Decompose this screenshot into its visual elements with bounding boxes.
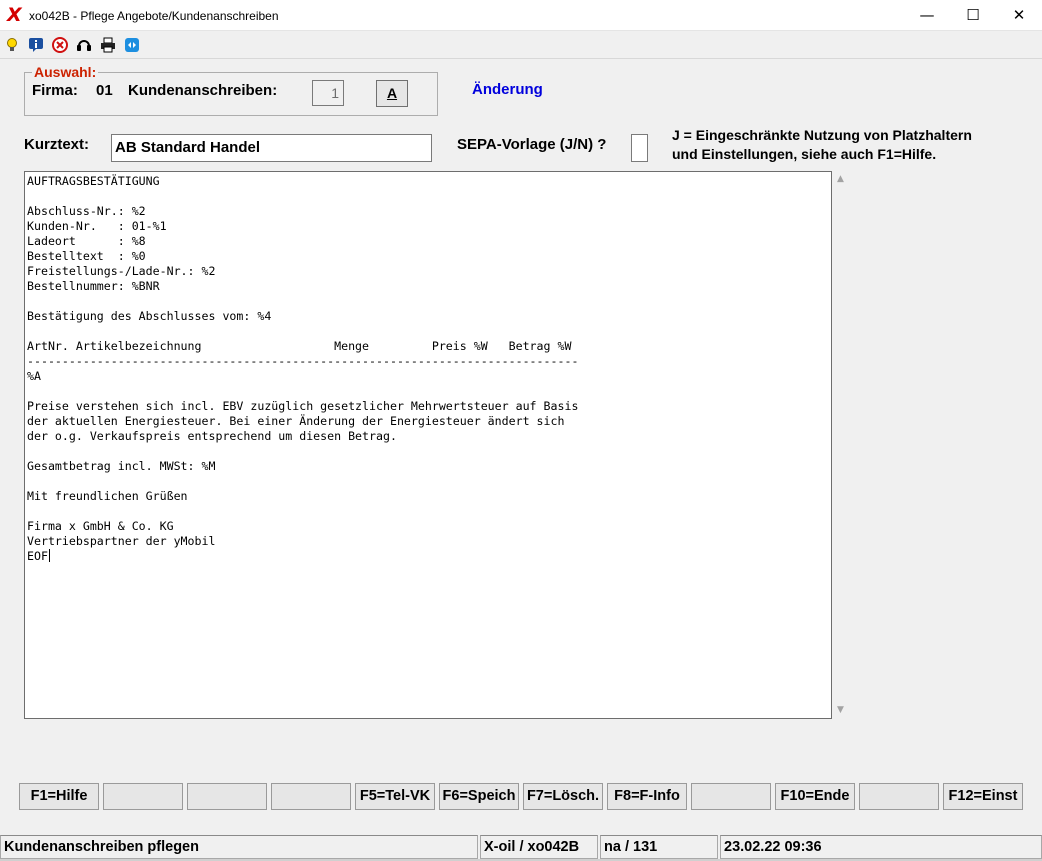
sepa-note-line-2: und Einstellungen, siehe auch F1=Hilfe.: [672, 146, 937, 162]
firma-value: 01: [96, 82, 113, 99]
scroll-down-icon[interactable]: ▼: [832, 702, 849, 719]
kurztext-input[interactable]: AB Standard Handel: [111, 134, 432, 162]
f8-info-button[interactable]: F8=F-Info: [607, 783, 687, 810]
f11-button[interactable]: [859, 783, 939, 810]
status-program: X-oil / xo042B: [480, 835, 598, 859]
status-record: na / 131: [600, 835, 718, 859]
sepa-label: SEPA-Vorlage (J/N) ?: [457, 136, 607, 153]
app-logo-icon: X: [7, 4, 22, 26]
title-bar: X xo042B - Pflege Angebote/Kundenanschre…: [0, 0, 1042, 31]
status-message: Kundenanschreiben pflegen: [0, 835, 478, 859]
sepa-note-line-1: J = Eingeschränkte Nutzung von Platzhalt…: [672, 127, 972, 143]
f2-button[interactable]: [103, 783, 183, 810]
f1-help-button[interactable]: F1=Hilfe: [19, 783, 99, 810]
f10-exit-button[interactable]: F10=Ende: [775, 783, 855, 810]
firma-label: Firma:: [32, 82, 78, 99]
auswahl-legend: Auswahl:: [32, 64, 99, 80]
kundenanschreiben-label: Kundenanschreiben:: [128, 82, 278, 99]
remote-icon[interactable]: [124, 37, 140, 53]
maximize-button[interactable]: ☐: [950, 0, 996, 31]
printer-icon[interactable]: [100, 37, 116, 53]
info-icon[interactable]: [28, 37, 44, 53]
cancel-icon[interactable]: [52, 37, 68, 53]
letter-text-editor[interactable]: AUFTRAGSBESTÄTIGUNG Abschluss-Nr.: %2 Ku…: [24, 171, 832, 719]
window-title: xo042B - Pflege Angebote/Kundenanschreib…: [29, 9, 279, 23]
mode-label: Änderung: [472, 81, 543, 98]
text-caret: [48, 549, 50, 562]
scroll-up-icon[interactable]: ▲: [832, 171, 849, 188]
toolbar: [0, 33, 1042, 59]
headset-icon[interactable]: [76, 37, 92, 53]
select-button[interactable]: A: [376, 80, 408, 107]
f9-button[interactable]: [691, 783, 771, 810]
close-button[interactable]: ✕: [996, 0, 1042, 31]
f4-button[interactable]: [271, 783, 351, 810]
status-datetime: 23.02.22 09:36: [720, 835, 1042, 859]
minimize-button[interactable]: —: [904, 0, 950, 31]
lightbulb-icon[interactable]: [4, 37, 20, 53]
letter-text[interactable]: AUFTRAGSBESTÄTIGUNG Abschluss-Nr.: %2 Ku…: [27, 174, 578, 563]
f3-button[interactable]: [187, 783, 267, 810]
sepa-note: J = Eingeschränkte Nutzung von Platzhalt…: [672, 126, 1022, 164]
status-bar: Kundenanschreiben pflegen X-oil / xo042B…: [0, 835, 1042, 859]
f6-save-button[interactable]: F6=Speich: [439, 783, 519, 810]
f5-tel-vk-button[interactable]: F5=Tel-VK: [355, 783, 435, 810]
f7-delete-button[interactable]: F7=Lösch.: [523, 783, 603, 810]
editor-scrollbar[interactable]: ▲ ▼: [832, 171, 849, 719]
kurztext-label: Kurztext:: [24, 136, 90, 153]
kundenanschreiben-number-field[interactable]: 1: [312, 80, 344, 106]
sepa-input[interactable]: [631, 134, 648, 162]
f12-settings-button[interactable]: F12=Einst: [943, 783, 1023, 810]
